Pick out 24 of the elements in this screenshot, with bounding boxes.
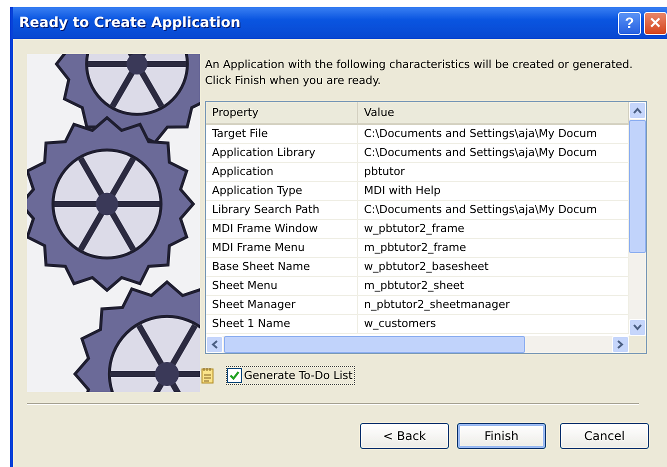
vertical-scrollbar[interactable]: [629, 102, 646, 336]
column-header[interactable]: Property: [206, 102, 358, 123]
table-cell: Sheet Menu: [206, 277, 358, 295]
dialog-button[interactable]: Cancel: [560, 423, 649, 449]
table-cell: Base Sheet Name: [206, 258, 358, 276]
help-button[interactable]: ?: [618, 12, 641, 34]
dialog-button[interactable]: < Back: [360, 423, 449, 449]
intro-text: An Application with the following characteristics will be created or generated. Click Finish when you are ready.: [205, 57, 634, 89]
table-cell: Target File: [206, 125, 358, 143]
horizontal-scrollbar[interactable]: [206, 336, 629, 353]
generate-todo-checkbox[interactable]: Generate To-Do List: [226, 366, 355, 385]
table-cell: MDI Frame Menu: [206, 239, 358, 257]
table-cell: Sheet Manager: [206, 296, 358, 314]
dialog-button[interactable]: Finish: [457, 423, 546, 449]
scrollbar-corner: [629, 336, 646, 353]
check-icon: [229, 370, 240, 381]
table-cell: Library Search Path: [206, 201, 358, 219]
table-cell: Application: [206, 163, 358, 181]
window-title: Ready to Create Application: [19, 15, 242, 31]
table-cell: MDI Frame Window: [206, 220, 358, 238]
table-cell: Application Library: [206, 144, 358, 162]
table-cell: Sheet 1 Name: [206, 315, 358, 333]
table-cell: Application Type: [206, 182, 358, 200]
notepad-icon: [201, 367, 214, 384]
